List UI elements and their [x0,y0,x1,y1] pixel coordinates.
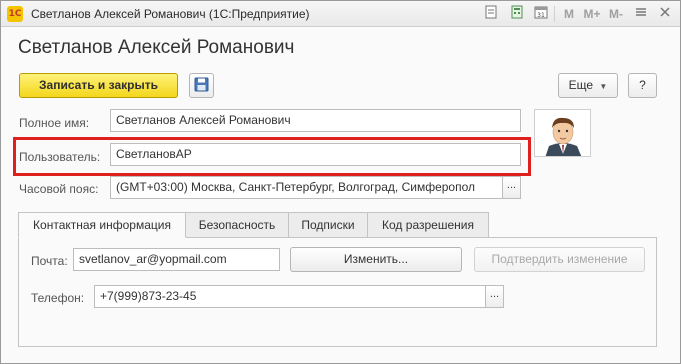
more-label: Еще [568,78,594,92]
window-title: Светланов Алексей Романович (1С:Предприя… [31,7,310,21]
phone-pick-button[interactable]: ... [486,285,504,308]
full-name-field[interactable]: Светланов Алексей Романович [110,109,521,132]
m-icon[interactable]: M [560,5,578,23]
save-button[interactable] [189,73,214,98]
phone-label: Телефон: [31,291,85,305]
user-field[interactable]: СветлановАР [110,143,521,166]
m-minus-icon[interactable]: M- [606,5,626,23]
full-name-label: Полное имя: [19,116,90,130]
toolbar-separator [554,6,555,22]
timezone-label: Часовой пояс: [19,182,99,196]
calendar-icon[interactable]: 31 [532,5,550,23]
timezone-field[interactable]: (GMT+03:00) Москва, Санкт-Петербург, Вол… [110,176,503,199]
change-email-button[interactable]: Изменить... [290,247,462,272]
svg-text:31: 31 [537,12,545,19]
calculator-icon[interactable] [508,5,526,23]
tab-contact-info[interactable]: Контактная информация [18,212,186,238]
m-plus-icon[interactable]: M+ [581,5,603,23]
user-label: Пользователь: [19,150,101,164]
help-button[interactable]: ? [628,73,657,98]
chevron-down-icon: ▼ [599,82,608,91]
document-icon[interactable] [482,5,500,23]
title-bar: 1С Светланов Алексей Романович (1С:Предп… [1,1,680,27]
tab-permission-code[interactable]: Код разрешения [367,212,489,238]
email-label: Почта: [31,254,68,268]
close-icon[interactable] [656,5,674,23]
save-and-close-button[interactable]: Записать и закрыть [19,73,178,98]
confirm-change-button[interactable]: Подтвердить изменение [474,247,645,272]
menu-icon[interactable] [632,5,650,23]
app-window: 1С Светланов Алексей Романович (1С:Предп… [0,0,681,364]
page-title: Светланов Алексей Романович [18,37,295,58]
app-logo-icon: 1С [7,6,23,22]
timezone-pick-button[interactable]: ... [503,176,521,199]
floppy-disk-icon [194,77,209,92]
avatar [534,109,591,157]
tab-subscriptions[interactable]: Подписки [288,212,368,238]
more-button[interactable]: Еще ▼ [558,73,618,98]
email-field[interactable]: svetlanov_ar@yopmail.com [73,248,280,271]
tab-security[interactable]: Безопасность [185,212,289,238]
phone-field[interactable]: +7(999)873-23-45 [94,285,486,308]
